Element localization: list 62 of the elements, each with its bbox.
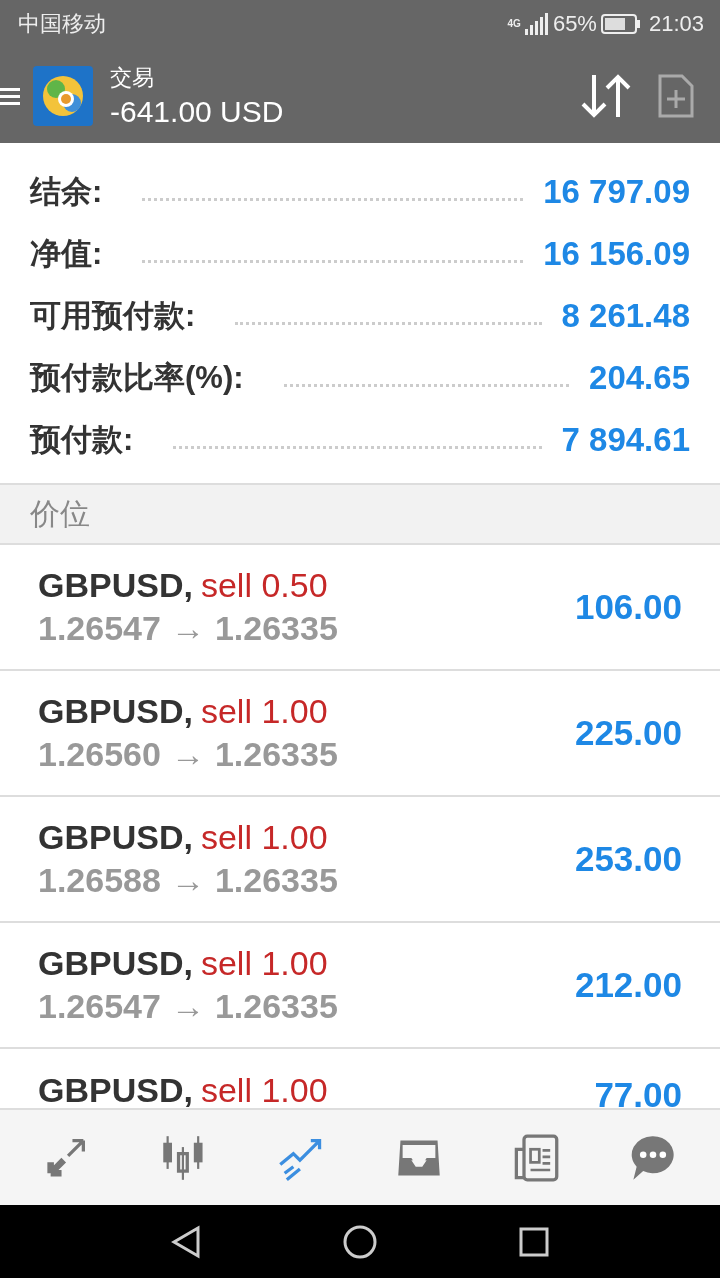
arrow-glyph: → bbox=[170, 735, 205, 774]
arrow-glyph: → bbox=[170, 987, 205, 1026]
sort-icon bbox=[580, 72, 632, 119]
field-label: 净值: bbox=[30, 235, 103, 273]
position-row[interactable]: GBPUSD, sell 1.00 1.26547 → 1.26335 212.00 bbox=[0, 923, 720, 1049]
order-side: sell 1.00 bbox=[200, 1071, 328, 1108]
profit-value: 212.00 bbox=[574, 965, 682, 1005]
profit-value: 77.00 bbox=[594, 1075, 682, 1108]
home-button[interactable] bbox=[342, 1223, 378, 1260]
position-row[interactable]: GBPUSD, sell 1.00 1.26588 → 1.26335 253.00 bbox=[0, 797, 720, 923]
current-price: 1.26335 bbox=[214, 861, 338, 900]
recents-icon bbox=[519, 1226, 550, 1257]
symbol: GBPUSD, bbox=[38, 566, 193, 605]
new-order-button[interactable] bbox=[658, 73, 694, 118]
order-side: sell 1.00 bbox=[200, 692, 328, 731]
current-price: 1.26335 bbox=[214, 735, 338, 774]
sort-button[interactable] bbox=[580, 72, 632, 119]
symbol: GBPUSD, bbox=[38, 818, 193, 857]
arrow-glyph: → bbox=[170, 861, 205, 900]
field-label: 预付款: bbox=[30, 421, 134, 459]
profit-value: 106.00 bbox=[574, 587, 682, 627]
app-logo-icon bbox=[32, 64, 94, 127]
open-price: 1.26547 bbox=[38, 987, 161, 1026]
field-label: 可用预付款: bbox=[30, 297, 196, 335]
screen-title: 交易 bbox=[110, 63, 155, 92]
back-icon bbox=[170, 1224, 201, 1259]
menu-icon[interactable] bbox=[0, 85, 20, 106]
open-price: 1.26588 bbox=[38, 861, 161, 900]
symbol: GBPUSD, bbox=[38, 692, 193, 731]
carrier-name: 中国移动 bbox=[18, 10, 106, 38]
battery-icon bbox=[600, 14, 641, 34]
signal-icon bbox=[524, 13, 549, 35]
field-value: 16 156.09 bbox=[543, 235, 690, 273]
current-price: 1.26335 bbox=[214, 987, 338, 1026]
symbol: GBPUSD, bbox=[38, 1071, 193, 1108]
clock: 21:03 bbox=[648, 11, 704, 37]
profit-value: 253.00 bbox=[574, 839, 682, 879]
order-side: sell 1.00 bbox=[200, 944, 328, 983]
profit-value: 225.00 bbox=[574, 713, 682, 753]
battery-percent: 65% bbox=[552, 11, 597, 37]
field-value: 8 261.48 bbox=[561, 297, 690, 335]
field-value: 7 894.61 bbox=[561, 421, 690, 459]
symbol: GBPUSD, bbox=[38, 944, 193, 983]
network-type: 4G bbox=[507, 19, 521, 29]
home-icon bbox=[342, 1223, 378, 1260]
arrow-glyph: → bbox=[170, 609, 205, 648]
field-label: 预付款比率(%): bbox=[30, 359, 244, 397]
field-value: 204.65 bbox=[589, 359, 690, 397]
position-row[interactable]: GBPUSD, sell 0.50 1.26547 → 1.26335 106.00 bbox=[0, 545, 720, 671]
section-header: 价位 bbox=[30, 495, 90, 532]
position-row[interactable]: GBPUSD, sell 1.00 1.26560 → 1.26335 225.00 bbox=[0, 671, 720, 797]
order-side: sell 0.50 bbox=[200, 566, 328, 605]
field-value: 16 797.09 bbox=[543, 173, 690, 211]
order-side: sell 1.00 bbox=[200, 818, 328, 857]
back-button[interactable] bbox=[170, 1224, 201, 1259]
account-balance: -641.00 USD bbox=[110, 94, 284, 129]
add-document-icon bbox=[658, 73, 694, 118]
field-label: 结余: bbox=[30, 173, 103, 211]
open-price: 1.26547 bbox=[38, 609, 161, 648]
recents-button[interactable] bbox=[519, 1226, 550, 1257]
current-price: 1.26335 bbox=[214, 609, 338, 648]
open-price: 1.26560 bbox=[38, 735, 161, 774]
